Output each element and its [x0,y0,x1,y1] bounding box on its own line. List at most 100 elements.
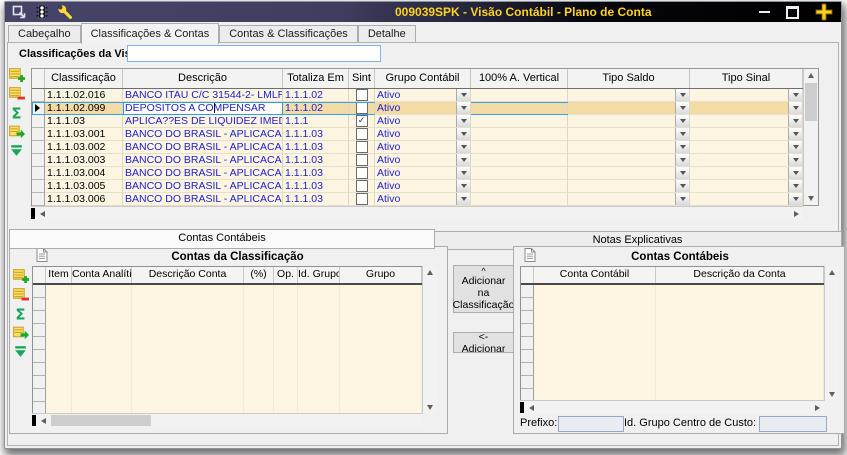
grid-cell[interactable] [132,350,244,363]
grid-row[interactable] [521,350,824,363]
row-indicator[interactable] [33,337,46,350]
dropdown-arrow[interactable] [788,167,802,179]
grid-cell[interactable] [244,311,274,324]
cell-descricao[interactable]: BANCO DO BRASIL - APLICACAO AUTO M [123,180,283,193]
dropdown-arrow[interactable] [456,128,470,140]
cell-100-vertical[interactable] [471,141,568,154]
grid-cell[interactable] [244,363,274,376]
scroll-down-button[interactable] [804,192,817,205]
grid-cell[interactable] [72,363,132,376]
grid-row[interactable]: 1.1.1.03APLICA??ES DE LIQUIDEZ IMEDIATA1… [32,115,803,128]
dropdown-arrow[interactable] [675,154,689,166]
minimize-icon[interactable] [759,11,770,13]
scroll-up-button[interactable] [825,266,838,279]
cell-sint[interactable] [349,141,375,154]
grid-cell[interactable] [340,298,422,311]
grid-cell[interactable] [132,363,244,376]
cell-tipo-sinal[interactable] [690,193,803,206]
grid-cell[interactable] [46,350,72,363]
scroll-up-button[interactable] [804,69,817,82]
grid-cell[interactable] [244,376,274,389]
grid-row[interactable] [521,311,824,324]
dropdown-arrow[interactable] [788,193,802,205]
cell-100-vertical[interactable] [471,193,568,206]
dropdown-arrow[interactable] [456,193,470,205]
grid-cell[interactable] [46,363,72,376]
cell-grupo-contabil[interactable]: Ativo [375,154,471,167]
cell-descricao[interactable]: APLICA??ES DE LIQUIDEZ IMEDIATA [123,115,283,128]
grid-cell[interactable] [46,389,72,402]
sint-checkbox[interactable] [356,167,368,179]
cell-descricao[interactable]: BANCO DO BRASIL - APLICACAO AUTO M [123,141,283,154]
grid-cell[interactable] [274,350,298,363]
grid-row[interactable] [521,298,824,311]
grid-cell[interactable] [72,389,132,402]
dropdown-arrow[interactable] [456,154,470,166]
grid-cell[interactable] [274,337,298,350]
grid-cell[interactable] [46,311,72,324]
grid-cell[interactable] [274,311,298,324]
grid-cell[interactable] [72,376,132,389]
cell-classificacao[interactable]: 1.1.1.03 [45,115,123,128]
cell-classificacao[interactable]: 1.1.1.03.003 [45,154,123,167]
cell-tipo-sinal[interactable] [690,89,803,102]
cell-grupo-contabil[interactable]: Ativo [375,102,471,115]
cell-descricao[interactable]: DEPOSITOS A COMPENSAR [123,102,283,115]
grid-cell[interactable] [244,389,274,402]
row-indicator[interactable] [521,311,534,324]
cell-classificacao[interactable]: 1.1.1.03.004 [45,167,123,180]
scroll-up-button[interactable] [423,266,436,279]
grid-row[interactable] [521,376,824,389]
sum-button[interactable] [12,305,29,322]
row-indicator[interactable] [521,376,534,389]
grid-cell[interactable] [132,389,244,402]
grid-cell[interactable] [340,311,422,324]
sint-checkbox[interactable] [356,154,368,166]
cell-grupo-contabil[interactable]: Ativo [375,167,471,180]
close-plus-icon[interactable] [815,3,833,21]
grid-row[interactable] [33,324,422,337]
grid-cell[interactable] [274,298,298,311]
dropdown-arrow[interactable] [788,154,802,166]
row-indicator[interactable] [32,141,45,154]
grid-cell[interactable] [534,376,656,389]
grid-cell[interactable] [340,363,422,376]
cell-grupo-contabil[interactable]: Ativo [375,128,471,141]
grid-row[interactable] [521,324,824,337]
dropdown-arrow[interactable] [675,115,689,127]
grid-cell[interactable] [656,337,824,350]
row-indicator[interactable] [32,102,45,115]
cell-grupo-contabil[interactable]: Ativo [375,141,471,154]
grid-cell[interactable] [46,337,72,350]
tab-cabecalho[interactable]: Cabeçalho [8,25,81,42]
grid-cell[interactable] [656,311,824,324]
grid-cell[interactable] [298,350,340,363]
grid-cell[interactable] [534,298,656,311]
cell-totaliza-em[interactable]: 1.1.1.02 [283,102,349,115]
cell-grupo-contabil[interactable]: Ativo [375,193,471,206]
dropdown-arrow[interactable] [675,180,689,192]
dropdown-arrow[interactable] [675,89,689,101]
row-indicator[interactable] [33,376,46,389]
scroll-down-button[interactable] [825,388,838,401]
grid-cell[interactable] [340,285,422,298]
cell-tipo-sinal[interactable] [690,154,803,167]
scroll-right-button[interactable] [811,401,824,414]
row-indicator[interactable] [33,311,46,324]
dropdown-arrow[interactable] [675,141,689,153]
grid-cell[interactable] [298,363,340,376]
grid-cell[interactable] [656,298,824,311]
row-indicator[interactable] [32,167,45,180]
grid-cell[interactable] [534,350,656,363]
grid-cell[interactable] [72,324,132,337]
grid-cell[interactable] [656,363,824,376]
grid-cell[interactable] [244,298,274,311]
dropdown-arrow[interactable] [456,141,470,153]
cell-tipo-sinal[interactable] [690,102,803,115]
grid-row[interactable] [33,285,422,298]
cell-100-vertical[interactable] [471,128,568,141]
dropdown-arrow[interactable] [456,115,470,127]
hscroll-thumb[interactable] [51,415,151,426]
id-grupo-centro-custo-input[interactable] [759,416,827,432]
cell-totaliza-em[interactable]: 1.1.1.03 [283,128,349,141]
